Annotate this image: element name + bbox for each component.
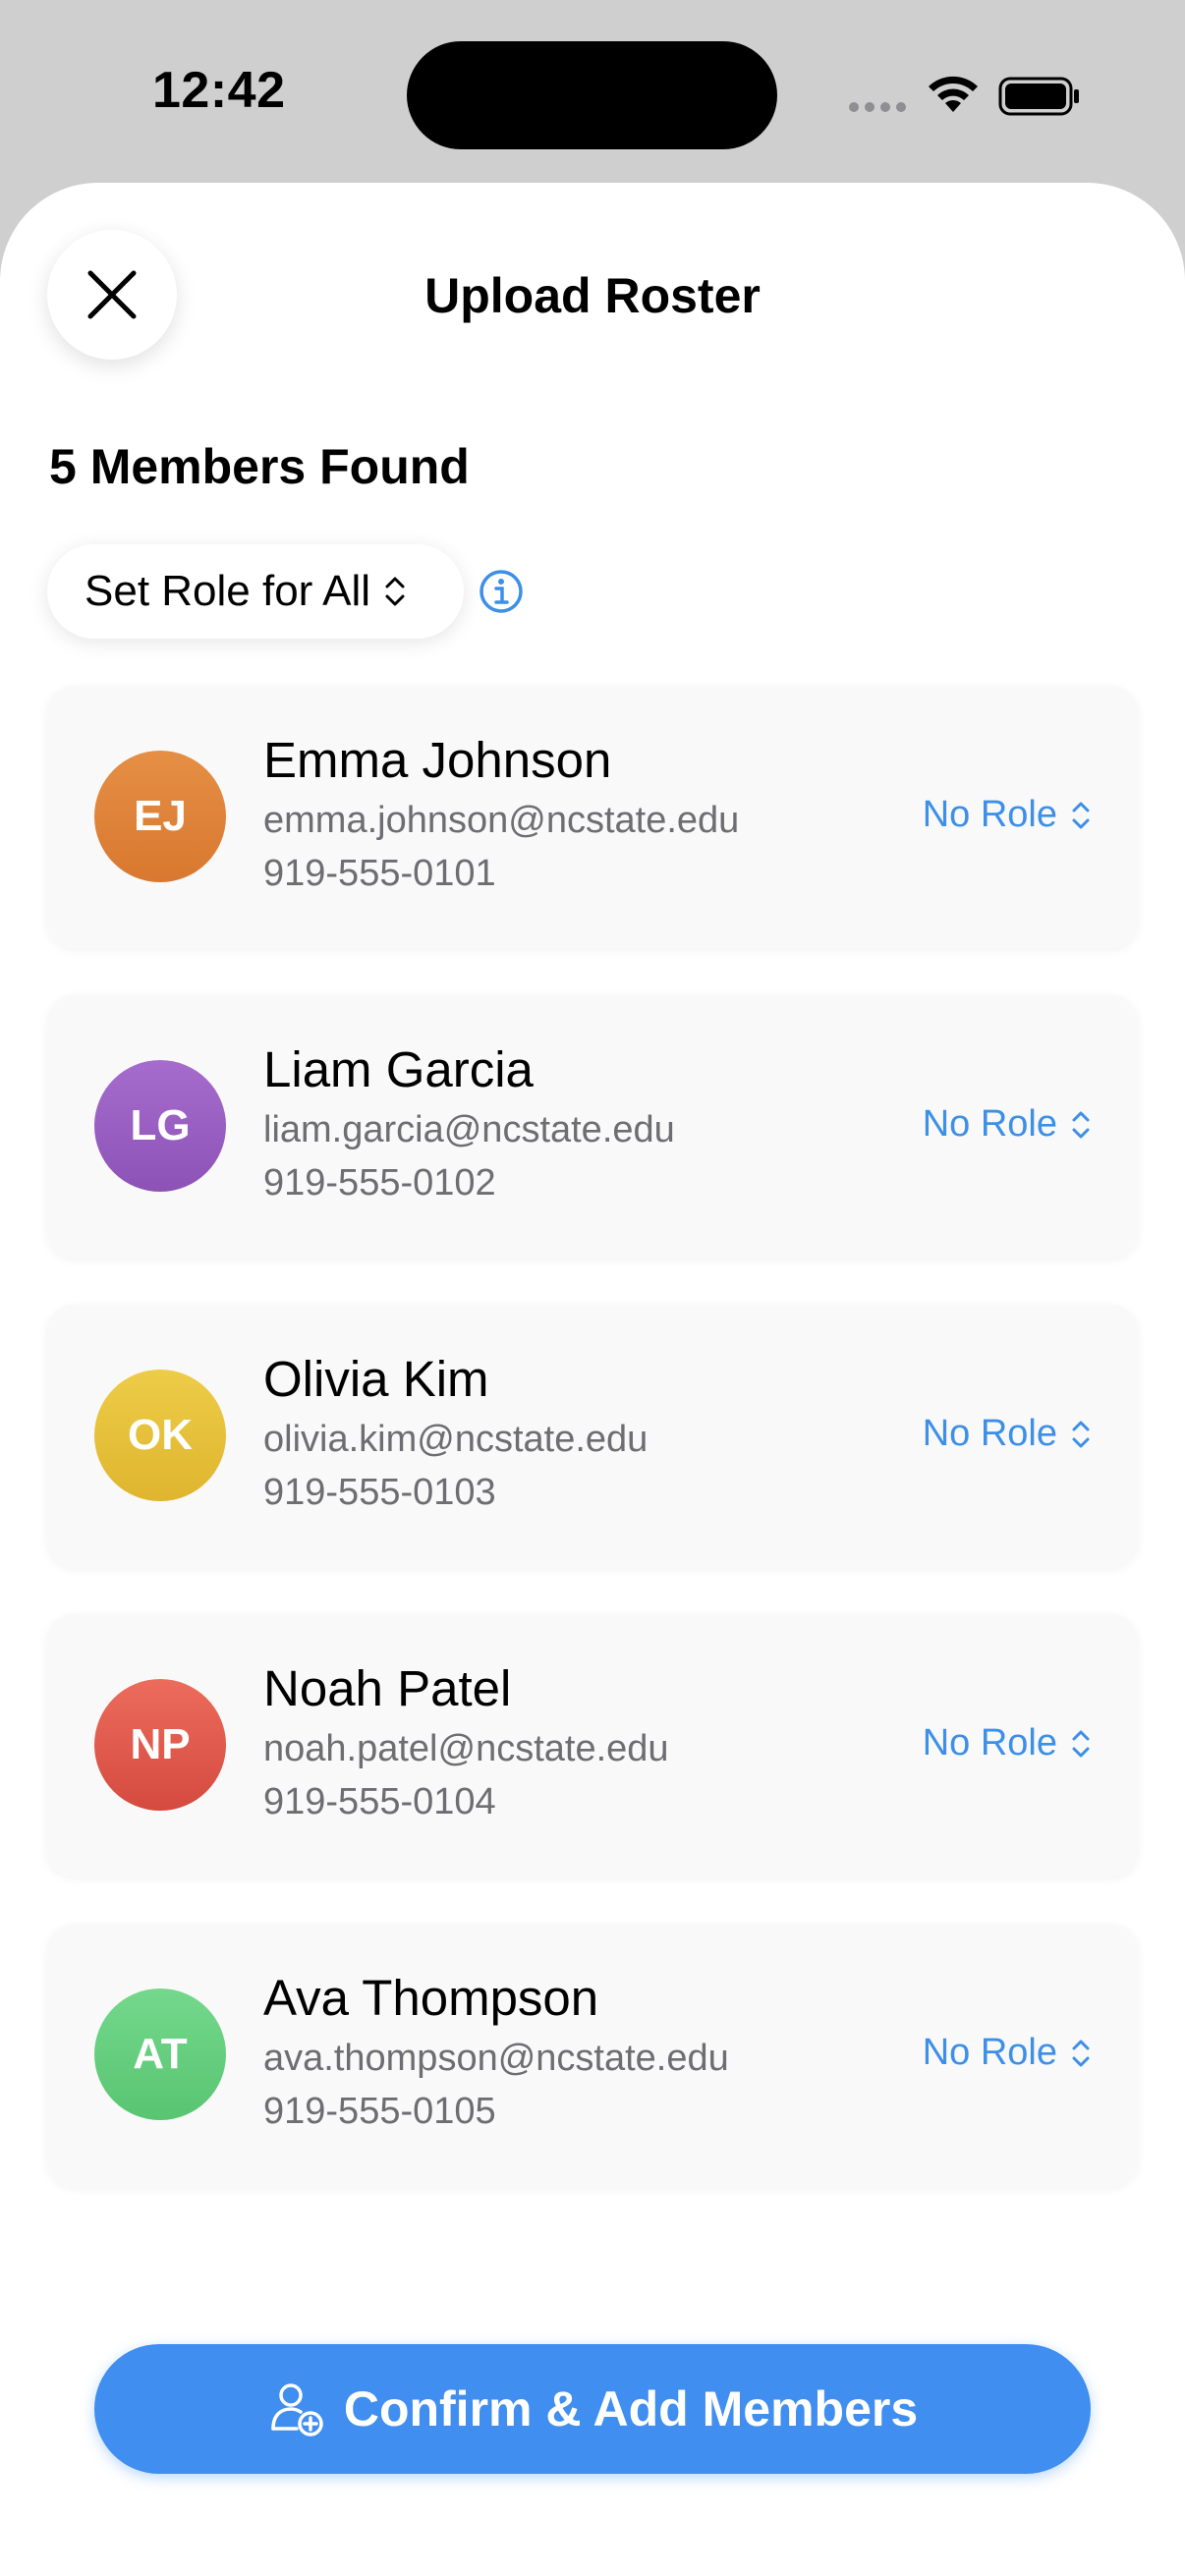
- member-email: noah.patel@ncstate.edu: [263, 1728, 669, 1769]
- member-role-picker[interactable]: No Role: [923, 2032, 1091, 2074]
- member-phone: 919-555-0102: [263, 1162, 496, 1204]
- avatar: EJ: [94, 751, 226, 882]
- member-email: ava.thompson@ncstate.edu: [263, 2038, 729, 2079]
- avatar: AT: [94, 1988, 226, 2120]
- chevron-updown-icon: [1072, 1730, 1090, 1757]
- set-role-for-all-button[interactable]: Set Role for All: [47, 544, 464, 639]
- confirm-add-members-label: Confirm & Add Members: [343, 2381, 919, 2436]
- set-role-for-all-label: Set Role for All: [85, 567, 371, 615]
- member-role-label: No Role: [922, 794, 1057, 835]
- confirm-add-members-button[interactable]: Confirm & Add Members: [94, 2344, 1091, 2474]
- member-name: Ava Thompson: [263, 1970, 599, 2026]
- upload-roster-sheet: Upload Roster 5 Members Found Set Role f…: [0, 183, 1185, 2576]
- avatar: LG: [94, 1060, 226, 1192]
- member-name: Olivia Kim: [263, 1351, 489, 1407]
- avatar: NP: [94, 1679, 226, 1811]
- member-role-picker[interactable]: No Role: [923, 1413, 1091, 1455]
- member-card: EJ Emma Johnson emma.johnson@ncstate.edu…: [47, 686, 1138, 949]
- chevron-updown-icon: [1072, 2040, 1090, 2066]
- member-role-picker[interactable]: No Role: [923, 794, 1091, 836]
- member-role-label: No Role: [922, 1103, 1057, 1145]
- chevron-updown-icon: [1072, 1421, 1090, 1447]
- cellular-signal-icon: [849, 102, 906, 112]
- member-role-label: No Role: [922, 2032, 1057, 2073]
- member-phone: 919-555-0105: [263, 2091, 496, 2132]
- members-found-count: 5 Members Found: [49, 439, 470, 494]
- member-phone: 919-555-0104: [263, 1781, 496, 1822]
- member-role-picker[interactable]: No Role: [923, 1722, 1091, 1764]
- page-title: Upload Roster: [424, 268, 761, 323]
- member-email: emma.johnson@ncstate.edu: [263, 800, 740, 841]
- member-card: OK Olivia Kim olivia.kim@ncstate.edu 919…: [47, 1305, 1138, 1568]
- member-name: Emma Johnson: [263, 732, 612, 788]
- member-name: Noah Patel: [263, 1660, 512, 1716]
- member-phone: 919-555-0103: [263, 1472, 496, 1513]
- member-role-picker[interactable]: No Role: [923, 1103, 1091, 1146]
- member-card: NP Noah Patel noah.patel@ncstate.edu 919…: [47, 1614, 1138, 1877]
- status-time: 12:42: [152, 62, 286, 119]
- chevron-updown-icon: [384, 575, 406, 608]
- add-user-icon: [271, 2383, 323, 2436]
- member-role-label: No Role: [922, 1413, 1057, 1454]
- battery-icon: [998, 77, 1079, 116]
- info-icon[interactable]: [478, 568, 525, 615]
- screen: 12:42 Upload Roster 5 Members Found Set …: [0, 0, 1185, 2576]
- member-role-label: No Role: [922, 1722, 1057, 1764]
- wifi-icon: [929, 76, 978, 112]
- member-email: liam.garcia@ncstate.edu: [263, 1109, 675, 1150]
- member-card: LG Liam Garcia liam.garcia@ncstate.edu 9…: [47, 995, 1138, 1259]
- member-email: olivia.kim@ncstate.edu: [263, 1419, 649, 1460]
- member-phone: 919-555-0101: [263, 853, 496, 894]
- chevron-updown-icon: [1072, 1111, 1090, 1138]
- member-name: Liam Garcia: [263, 1041, 534, 1097]
- avatar: OK: [94, 1370, 226, 1501]
- chevron-updown-icon: [1072, 802, 1090, 828]
- dynamic-island: [407, 41, 777, 149]
- member-card: AT Ava Thompson ava.thompson@ncstate.edu…: [47, 1924, 1138, 2187]
